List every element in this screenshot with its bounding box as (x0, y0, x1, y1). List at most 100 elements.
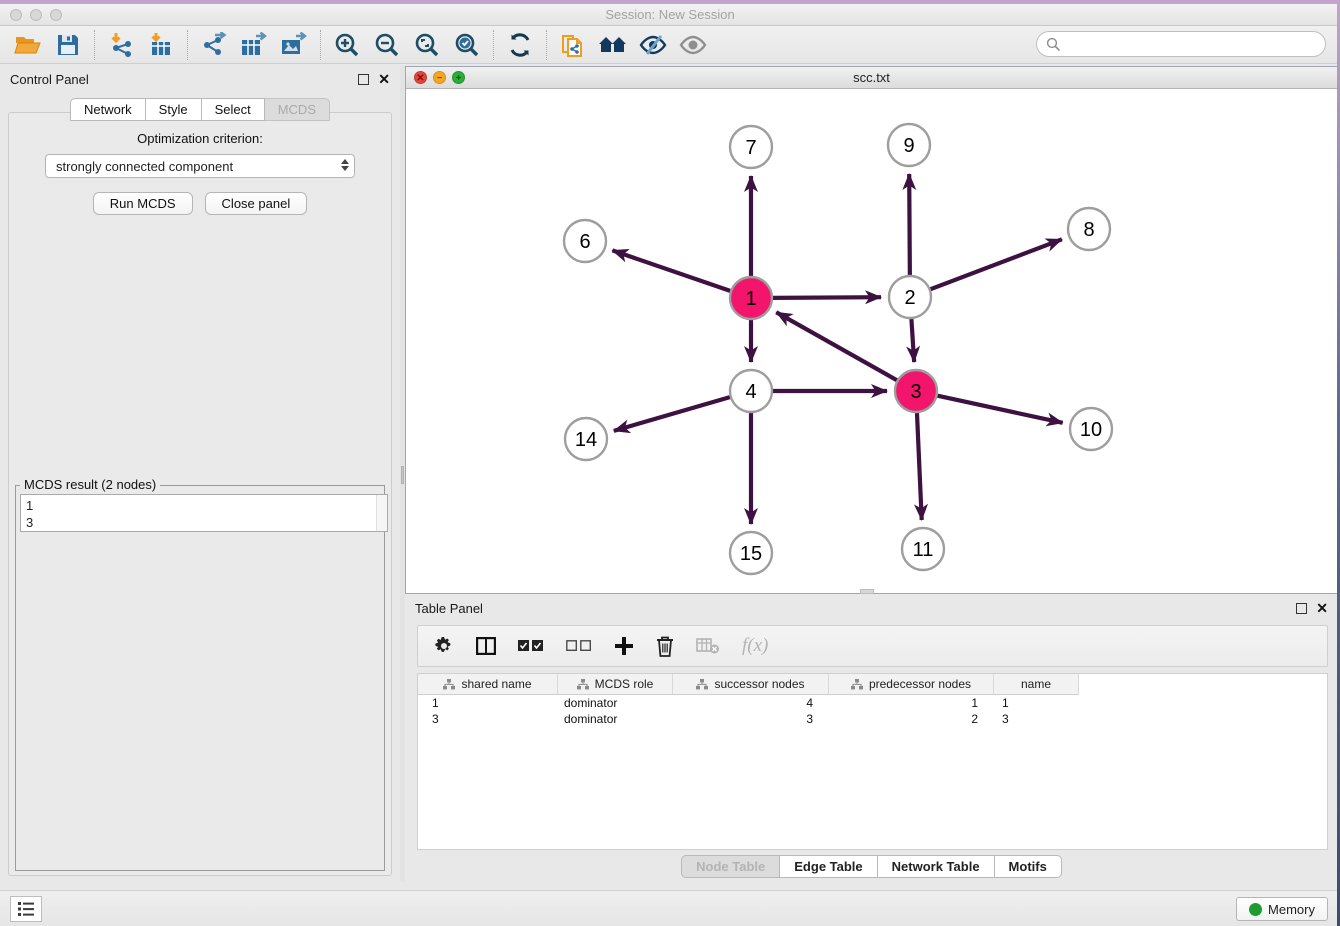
show-details-icon[interactable] (673, 29, 713, 61)
edge-4-14[interactable] (614, 397, 730, 431)
edge-1-6[interactable] (612, 250, 730, 290)
run-mcds-button[interactable]: Run MCDS (93, 192, 193, 215)
network-view-window: ✕ − + scc.txt 7 9 6 8 1 2 4 3 14 10 15 11 (405, 66, 1338, 594)
node-10[interactable]: 10 (1070, 408, 1112, 450)
cell-MCDS-role[interactable]: dominator (558, 711, 673, 727)
add-column-icon[interactable] (614, 631, 634, 661)
cell-successor-nodes[interactable]: 4 (673, 695, 829, 711)
table-close-panel-icon[interactable]: ✕ (1316, 603, 1328, 614)
cell-successor-nodes[interactable]: 3 (673, 711, 829, 727)
edge-2-8[interactable] (931, 239, 1062, 289)
svg-text:2: 2 (904, 287, 915, 309)
memory-button[interactable]: Memory (1236, 897, 1328, 921)
node-3[interactable]: 3 (895, 370, 937, 412)
tab-edge-table[interactable]: Edge Table (780, 855, 877, 878)
node-7[interactable]: 7 (730, 126, 772, 168)
unselect-all-rows-icon[interactable] (566, 631, 592, 661)
column-header-predecessor-nodes[interactable]: predecessor nodes (829, 674, 994, 695)
export-table-icon[interactable] (234, 29, 274, 61)
minimize-window-button[interactable] (30, 9, 42, 21)
tab-network[interactable]: Network (70, 98, 146, 121)
network-close-icon[interactable]: ✕ (414, 71, 427, 84)
open-file-icon[interactable] (8, 29, 48, 61)
column-header-MCDS-role[interactable]: MCDS role (558, 674, 673, 695)
save-session-icon[interactable] (48, 29, 88, 61)
panel-splitter-horizontal[interactable] (860, 589, 874, 594)
network-graph[interactable]: 7 9 6 8 1 2 4 3 14 10 15 11 (406, 89, 1337, 593)
cell-predecessor-nodes[interactable]: 2 (829, 711, 994, 727)
node-11[interactable]: 11 (902, 528, 944, 570)
edge-3-10[interactable] (937, 396, 1062, 423)
network-minimize-icon[interactable]: − (433, 71, 446, 84)
node-14[interactable]: 14 (565, 418, 607, 460)
node-2[interactable]: 2 (889, 276, 931, 318)
hide-details-icon[interactable] (633, 29, 673, 61)
node-1[interactable]: 1 (730, 277, 772, 319)
mcds-result-list[interactable]: 13 (20, 494, 388, 532)
svg-text:7: 7 (745, 137, 756, 159)
result-scrollbar[interactable] (376, 495, 387, 531)
optimization-criterion-select[interactable]: strongly connected component (45, 154, 355, 178)
edge-3-11[interactable] (917, 413, 922, 520)
node-table[interactable]: shared nameMCDS rolesuccessor nodesprede… (417, 673, 1328, 850)
edge-1-2[interactable] (773, 297, 881, 298)
show-columns-icon[interactable] (476, 631, 496, 661)
svg-text:15: 15 (740, 543, 762, 565)
import-network-icon[interactable] (101, 29, 141, 61)
node-6[interactable]: 6 (564, 220, 606, 262)
tab-node-table[interactable]: Node Table (681, 855, 780, 878)
optimization-criterion-label: Optimization criterion: (9, 131, 391, 146)
delete-table-icon[interactable] (696, 631, 720, 661)
node-4[interactable]: 4 (730, 370, 772, 412)
network-window-titlebar[interactable]: ✕ − + scc.txt (406, 67, 1337, 89)
maximize-window-button[interactable] (50, 9, 62, 21)
float-panel-icon[interactable] (358, 74, 369, 85)
cell-shared-name[interactable]: 3 (418, 711, 558, 727)
import-table-icon[interactable] (141, 29, 181, 61)
copy-network-icon[interactable] (553, 29, 593, 61)
table-options-gear-icon[interactable] (434, 631, 454, 661)
tab-network-table[interactable]: Network Table (878, 855, 995, 878)
table-row[interactable]: 1dominator411 (418, 695, 1327, 711)
close-panel-button[interactable]: Close panel (205, 192, 308, 215)
node-8[interactable]: 8 (1068, 208, 1110, 250)
home-layout-icon[interactable] (593, 29, 633, 61)
column-header-name[interactable]: name (994, 674, 1079, 695)
search-input[interactable] (1061, 37, 1325, 52)
cell-shared-name[interactable]: 1 (418, 695, 558, 711)
export-network-icon[interactable] (194, 29, 234, 61)
zoom-fit-icon[interactable] (407, 29, 447, 61)
edge-2-9[interactable] (909, 174, 910, 275)
refresh-view-icon[interactable] (500, 29, 540, 61)
zoom-out-icon[interactable] (367, 29, 407, 61)
search-field[interactable] (1036, 31, 1326, 57)
close-window-button[interactable] (10, 9, 22, 21)
column-header-successor-nodes[interactable]: successor nodes (673, 674, 829, 695)
tab-motifs[interactable]: Motifs (995, 855, 1062, 878)
network-canvas[interactable]: 7 9 6 8 1 2 4 3 14 10 15 11 (406, 89, 1337, 593)
delete-column-icon[interactable] (656, 631, 674, 661)
edge-3-1[interactable] (776, 312, 897, 380)
network-maximize-icon[interactable]: + (452, 71, 465, 84)
node-9[interactable]: 9 (888, 124, 930, 166)
cell-name[interactable]: 1 (994, 695, 1079, 711)
edge-2-3[interactable] (911, 319, 914, 362)
select-all-rows-icon[interactable] (518, 631, 544, 661)
cell-MCDS-role[interactable]: dominator (558, 695, 673, 711)
cell-name[interactable]: 3 (994, 711, 1079, 727)
zoom-selected-icon[interactable] (447, 29, 487, 61)
splitter-grip[interactable] (401, 466, 404, 484)
close-panel-icon[interactable]: ✕ (378, 74, 390, 85)
column-header-shared-name[interactable]: shared name (418, 674, 558, 695)
table-row[interactable]: 3dominator323 (418, 711, 1327, 727)
table-float-panel-icon[interactable] (1296, 603, 1307, 614)
node-15[interactable]: 15 (730, 532, 772, 574)
task-history-button[interactable] (10, 896, 42, 922)
tab-style[interactable]: Style (146, 98, 202, 121)
export-image-icon[interactable] (274, 29, 314, 61)
zoom-in-icon[interactable] (327, 29, 367, 61)
tab-select[interactable]: Select (202, 98, 265, 121)
cell-predecessor-nodes[interactable]: 1 (829, 695, 994, 711)
tab-mcds[interactable]: MCDS (265, 98, 330, 121)
apply-function-icon[interactable]: f(x) (742, 635, 768, 657)
